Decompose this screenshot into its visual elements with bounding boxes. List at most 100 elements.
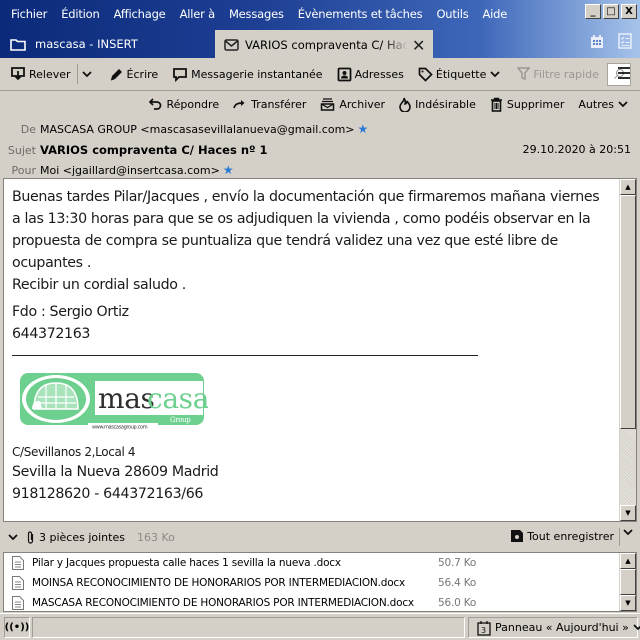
folder-icon <box>10 38 26 51</box>
subject-label: Sujet <box>7 143 36 157</box>
from-address[interactable]: MASCASA GROUP <mascasasevillalanueva@gma… <box>40 123 355 136</box>
chevron-down-icon[interactable] <box>8 533 18 541</box>
status-text <box>32 617 465 638</box>
calendar-day: 3 <box>481 626 486 635</box>
more-label: Autres <box>578 98 614 111</box>
message-actions: Répondre Transférer Archiver Indésirable… <box>135 97 632 112</box>
forward-button[interactable]: Transférer <box>233 98 306 111</box>
envelope-icon <box>224 39 239 51</box>
archive-icon <box>320 98 335 111</box>
attachment-scrollbar[interactable]: ▲ ▼ <box>619 553 636 611</box>
chevron-down-icon[interactable] <box>623 529 633 536</box>
maximize-button[interactable]: □ <box>603 4 619 19</box>
attachment-item[interactable]: Pilar y Jacques propuesta calle haces 1 … <box>11 553 488 573</box>
tag-button[interactable]: Étiquette <box>418 67 503 82</box>
pencil-icon <box>109 67 124 82</box>
body-line: ocupantes . <box>12 255 92 271</box>
calendar-icon: 3 <box>477 620 491 636</box>
star-icon[interactable]: ★ <box>223 163 234 177</box>
star-icon[interactable]: ★ <box>358 122 369 136</box>
menu-messages[interactable]: Messages <box>229 7 284 21</box>
scroll-thumb[interactable] <box>620 569 636 595</box>
document-icon <box>11 555 25 571</box>
get-messages-label: Relever <box>29 67 71 81</box>
download-chat-icon <box>10 66 26 82</box>
save-icon <box>510 529 524 543</box>
scroll-up-button[interactable]: ▲ <box>620 553 636 569</box>
attachment-name: Pilar y Jacques propuesta calle haces 1 … <box>32 557 341 569</box>
trash-icon <box>490 97 503 112</box>
signature-divider <box>12 334 478 356</box>
scroll-down-button[interactable]: ▼ <box>620 595 636 611</box>
menu-bar: Fichier Édition Affichage Aller à Messag… <box>0 0 640 27</box>
logo-casa: casa <box>147 382 208 415</box>
write-button[interactable]: Écrire <box>109 67 159 82</box>
scroll-up-button[interactable]: ▲ <box>620 179 636 195</box>
menu-view[interactable]: Affichage <box>114 7 166 21</box>
get-messages-dropdown[interactable] <box>81 70 95 78</box>
more-button[interactable]: Autres <box>578 98 632 111</box>
document-icon <box>11 595 25 611</box>
to-address[interactable]: Moi <jgaillard@insertcasa.com> <box>40 164 220 177</box>
tabbar-tools <box>590 33 632 49</box>
status-bar: ((•)) 3 Panneau « Aujourd'hui » <box>0 613 640 640</box>
menu-edit[interactable]: Édition <box>61 7 100 21</box>
attachment-name: MASCASA RECONOCIMIENTO DE HONORARIOS POR… <box>32 597 414 609</box>
tab-folder-mascasa[interactable]: mascasa - INSERT <box>10 30 210 58</box>
forward-icon <box>233 99 247 110</box>
today-pane-button[interactable]: 3 Panneau « Aujourd'hui » <box>468 617 640 638</box>
close-tab-icon[interactable]: ✕ <box>412 36 425 55</box>
close-window-button[interactable]: X <box>621 4 637 19</box>
reply-button[interactable]: Répondre <box>149 98 219 111</box>
tab-message[interactable]: VARIOS compraventa C/ Haces nº 1 ✕ <box>215 30 433 58</box>
filter-icon <box>517 67 531 81</box>
attachment-item[interactable]: MASCASA RECONOCIMIENTO DE HONORARIOS POR… <box>11 593 488 611</box>
menu-tools[interactable]: Outils <box>436 7 468 21</box>
save-all-button[interactable]: Tout enregistrer <box>510 529 614 543</box>
quick-filter-button[interactable]: Filtre rapide <box>517 67 599 81</box>
junk-button[interactable]: Indésirable <box>399 97 476 112</box>
mascasa-logo: mas casa Group www.mascasagroup.com <box>18 371 209 431</box>
address-book-button[interactable]: Adresses <box>337 67 404 82</box>
chevron-down-icon <box>618 101 628 108</box>
delete-label: Supprimer <box>506 98 565 111</box>
address-line: C/Sevillanos 2,Local 4 <box>12 445 136 459</box>
app-menu-icon[interactable] <box>617 66 631 80</box>
phone-line: 918128620 - 644372163/66 <box>12 486 204 502</box>
menu-help[interactable]: Aide <box>482 7 507 21</box>
body-line: propuesta de compra se puntualiza que te… <box>12 233 558 249</box>
archive-button[interactable]: Archiver <box>320 98 385 111</box>
write-label: Écrire <box>126 67 159 81</box>
tab-label: VARIOS compraventa C/ Haces nº 1 <box>245 38 408 52</box>
menu-events-tasks[interactable]: Évènements et tâches <box>298 7 423 21</box>
address-line: Sevilla la Nueva 28609 Madrid <box>12 464 219 480</box>
toolbar-separator <box>76 64 78 84</box>
body-line: Recibir un cordial saludo . <box>12 277 186 293</box>
message-body: Buenas tardes Pilar/Jacques , envío la d… <box>3 178 637 522</box>
attachment-size: 56.0 Ko <box>438 597 477 609</box>
attachment-item[interactable]: MOINSA RECONOCIMIENTO DE HONORARIOS POR … <box>11 573 488 593</box>
body-line: a las 13:30 horas para que se os adjudiq… <box>12 211 591 227</box>
tag-icon <box>418 67 433 82</box>
today-pane-label: Panneau « Aujourd'hui » <box>495 621 629 634</box>
message-header: Répondre Transférer Archiver Indésirable… <box>3 92 640 178</box>
minimize-button[interactable]: _ <box>585 4 601 19</box>
attachment-count[interactable]: 3 pièces jointes <box>39 531 125 544</box>
menu-file[interactable]: Fichier <box>11 7 47 21</box>
message-text: Buenas tardes Pilar/Jacques , envío la d… <box>12 186 612 505</box>
calendar-icon[interactable] <box>590 33 604 49</box>
body-scrollbar[interactable]: ▲ ▼ <box>619 179 636 521</box>
chevron-down-icon <box>490 70 500 78</box>
scroll-thumb[interactable] <box>620 195 636 429</box>
tag-label: Étiquette <box>435 67 487 81</box>
online-status-icon[interactable]: ((•)) <box>4 617 30 638</box>
attachment-total-size: 163 Ko <box>136 530 175 544</box>
delete-button[interactable]: Supprimer <box>490 97 565 112</box>
chat-button[interactable]: Messagerie instantanée <box>172 67 323 82</box>
tasks-icon[interactable] <box>618 33 632 49</box>
menu-go[interactable]: Aller à <box>180 7 216 21</box>
chat-bubble-icon <box>172 67 188 82</box>
to-row: Pour Moi <jgaillard@insertcasa.com> ★ <box>3 163 234 177</box>
scroll-down-button[interactable]: ▼ <box>620 505 636 521</box>
get-messages-button[interactable]: Relever <box>10 66 71 82</box>
